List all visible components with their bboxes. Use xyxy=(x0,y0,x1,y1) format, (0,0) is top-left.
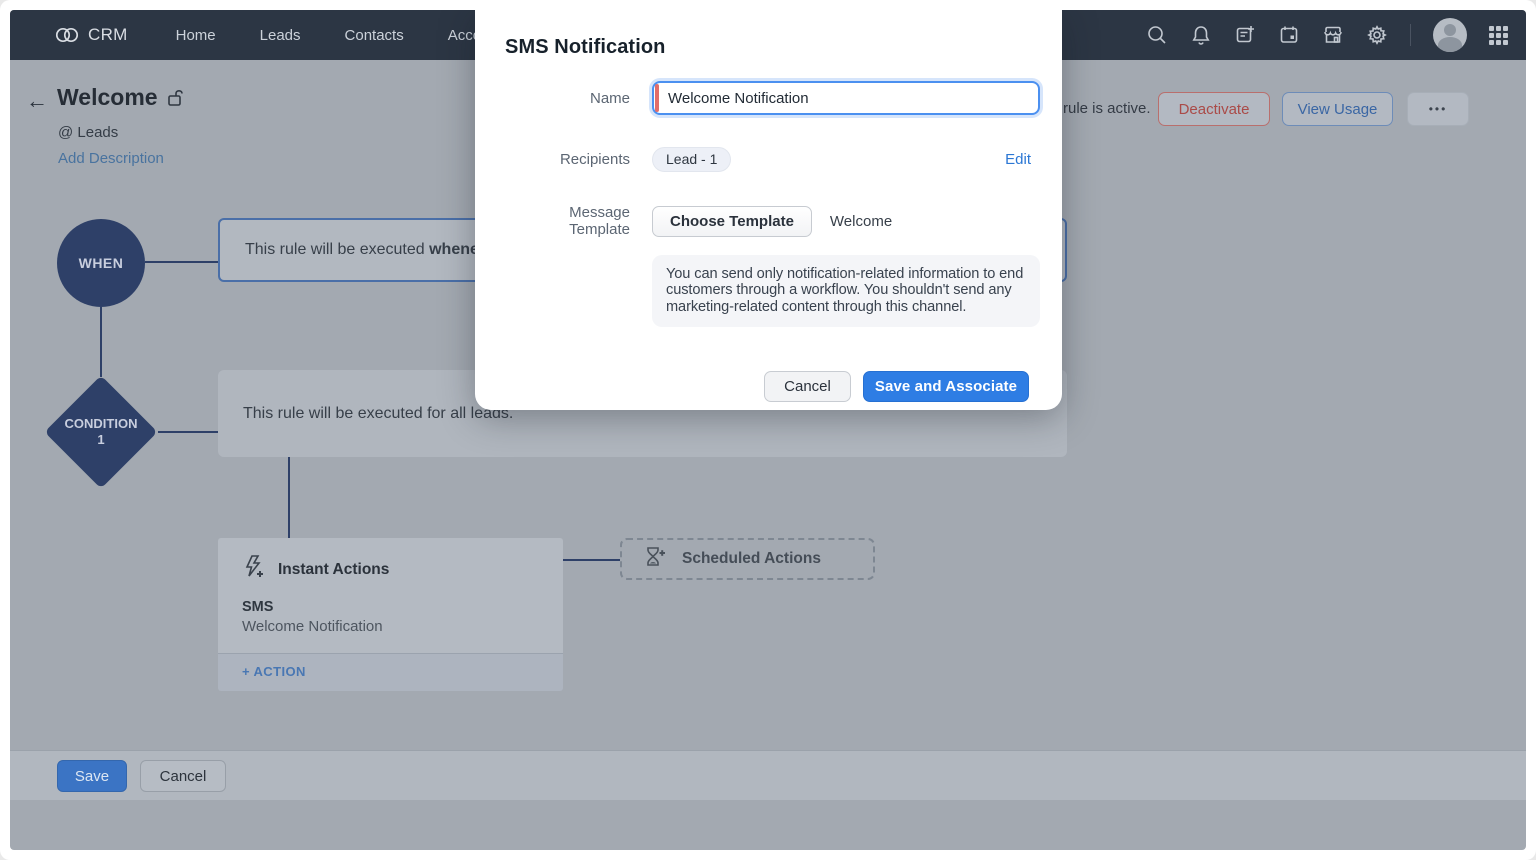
brand-label: CRM xyxy=(88,25,128,45)
apps-grid-icon[interactable] xyxy=(1489,26,1508,45)
nav-item-contacts[interactable]: Contacts xyxy=(345,27,404,44)
choose-template-button[interactable]: Choose Template xyxy=(652,206,812,237)
connector-when-to-condition xyxy=(100,307,102,377)
back-arrow-icon[interactable]: ← xyxy=(26,90,48,112)
message-template-row: Message Template Choose Template Welcome xyxy=(475,204,1062,238)
nav-item-home[interactable]: Home xyxy=(176,27,216,44)
unlock-icon[interactable] xyxy=(166,88,186,113)
when-node[interactable]: WHEN xyxy=(57,219,145,307)
zoho-rings-icon xyxy=(54,26,80,44)
instant-actions-footer: + ACTION xyxy=(218,653,563,691)
info-row: You can send only notification-related i… xyxy=(475,255,1062,327)
screenshot-frame: CRM Home Leads Contacts Accounts Deals xyxy=(0,0,1536,860)
when-rule-text: This rule will be executed whenever xyxy=(245,241,503,259)
avatar-body xyxy=(1438,37,1462,52)
view-usage-button[interactable]: View Usage xyxy=(1282,92,1393,126)
connector-instant-to-scheduled xyxy=(563,559,620,561)
more-options-button[interactable]: ••• xyxy=(1407,92,1469,126)
name-row: Name xyxy=(475,81,1062,115)
condition-node-label: CONDITION 1 xyxy=(43,374,159,490)
add-action-link[interactable]: + ACTION xyxy=(242,664,306,679)
instant-action-type: SMS xyxy=(242,599,539,615)
search-icon[interactable] xyxy=(1146,24,1168,46)
deactivate-button[interactable]: Deactivate xyxy=(1158,92,1270,126)
bell-icon[interactable] xyxy=(1190,24,1212,46)
edit-recipients-link[interactable]: Edit xyxy=(1005,151,1031,168)
bolt-plus-icon xyxy=(242,554,264,585)
condition-label-line1: CONDITION xyxy=(65,416,138,432)
page-title: Welcome xyxy=(57,84,158,111)
calendar-icon[interactable] xyxy=(1278,24,1300,46)
condition-rule-text: This rule will be executed for all leads… xyxy=(243,405,513,423)
bottom-action-bar: Save Cancel xyxy=(10,750,1526,800)
name-input[interactable] xyxy=(652,81,1040,115)
notification-info-box: You can send only notification-related i… xyxy=(652,255,1040,327)
topbar-separator xyxy=(1410,24,1411,46)
condition-label-line2: 1 xyxy=(97,432,104,448)
save-and-associate-button[interactable]: Save and Associate xyxy=(863,371,1029,402)
scheduled-actions-box[interactable]: Scheduled Actions xyxy=(620,538,875,580)
instant-actions-title: Instant Actions xyxy=(278,561,389,579)
add-description-link[interactable]: Add Description xyxy=(58,150,164,167)
selected-template-name: Welcome xyxy=(830,213,892,230)
recipients-row: Recipients Lead - 1 Edit xyxy=(475,147,1062,172)
workflow-save-button[interactable]: Save xyxy=(57,760,127,792)
when-rule-text-prefix: This rule will be executed xyxy=(245,241,429,258)
name-input-wrap xyxy=(652,81,1040,115)
when-node-label: WHEN xyxy=(79,255,124,271)
hourglass-plus-icon xyxy=(644,545,666,574)
crm-logo[interactable]: CRM xyxy=(54,25,128,45)
modal-title: SMS Notification xyxy=(475,10,1062,59)
app-window: CRM Home Leads Contacts Accounts Deals xyxy=(10,10,1526,850)
message-template-label: Message Template xyxy=(505,204,630,238)
marketplace-icon[interactable] xyxy=(1322,24,1344,46)
scheduled-actions-title: Scheduled Actions xyxy=(682,550,821,568)
connector-box-to-instant xyxy=(288,457,290,538)
rule-status-text: rule is active. xyxy=(1063,100,1151,117)
instant-action-name[interactable]: Welcome Notification xyxy=(242,618,539,635)
modal-cancel-button[interactable]: Cancel xyxy=(764,371,851,402)
sms-notification-modal: SMS Notification Name Recipients Lead - … xyxy=(475,10,1062,410)
recipient-chip[interactable]: Lead - 1 xyxy=(652,147,731,172)
add-note-icon[interactable] xyxy=(1234,24,1256,46)
module-indicator: @ Leads xyxy=(58,124,118,141)
connector-condition-to-box xyxy=(158,431,218,433)
instant-actions-card[interactable]: Instant Actions SMS Welcome Notification… xyxy=(218,538,563,691)
condition-node[interactable]: CONDITION 1 xyxy=(43,374,159,490)
instant-actions-main: Instant Actions SMS Welcome Notification xyxy=(218,538,563,653)
nav-item-leads[interactable]: Leads xyxy=(260,27,301,44)
topbar-right-icons xyxy=(1146,18,1508,52)
workflow-cancel-button[interactable]: Cancel xyxy=(140,760,226,792)
avatar[interactable] xyxy=(1433,18,1467,52)
name-label: Name xyxy=(505,90,630,107)
modal-actions-row: Cancel Save and Associate xyxy=(475,371,1062,402)
recipients-label: Recipients xyxy=(505,151,630,168)
avatar-head xyxy=(1444,24,1456,36)
settings-gear-icon[interactable] xyxy=(1366,24,1388,46)
connector-when-to-box xyxy=(145,261,218,263)
